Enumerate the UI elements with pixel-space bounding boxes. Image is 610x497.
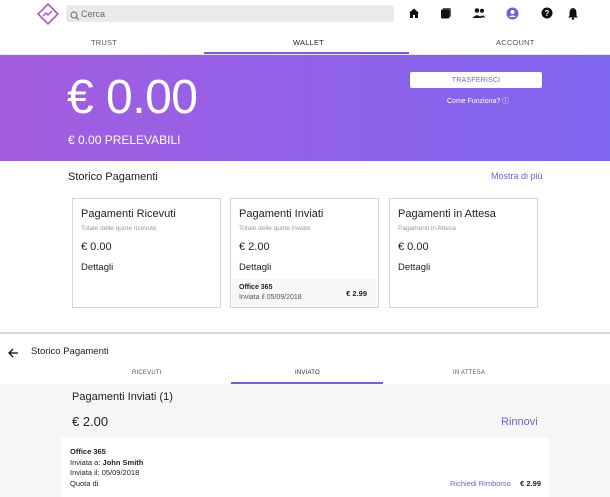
top-bar: ? xyxy=(0,0,610,30)
details-link[interactable]: Dettagli xyxy=(239,262,271,273)
subtab-sent[interactable]: INVIATO xyxy=(295,370,320,376)
search-bar[interactable] xyxy=(66,5,394,22)
renew-link[interactable]: Rinnovi xyxy=(501,416,538,428)
card-title: Pagamenti in Attesa xyxy=(398,208,496,220)
withdrawable-amount: € 0.00 PRELEVABILI xyxy=(68,133,181,147)
latest-payment-preview[interactable]: Office 365 Inviata il 05/09/2018 € 2.99 xyxy=(232,279,377,307)
request-refund-link[interactable]: Richiedi Rimborso xyxy=(450,479,511,488)
tab-account[interactable]: ACCOUNT xyxy=(496,38,534,47)
show-more-link[interactable]: Mostra di più xyxy=(491,171,543,181)
card-subtitle: Totale delle quote inviate xyxy=(239,225,311,232)
pending-payments-card[interactable]: Pagamenti in Attesa Pagamenti in Attesa … xyxy=(389,198,538,308)
sent-to-value: John Smith xyxy=(102,458,144,467)
sent-payments-total: € 2.00 xyxy=(72,414,109,429)
details-link[interactable]: Dettagli xyxy=(81,262,113,273)
card-title: Pagamenti Inviati xyxy=(239,208,324,220)
account-icon[interactable] xyxy=(505,6,519,20)
history-title: Storico Pagamenti xyxy=(68,171,158,183)
payment-amount: € 2.99 xyxy=(346,289,367,298)
sent-to-line: Inviata a: John Smith xyxy=(70,458,143,467)
back-arrow-icon[interactable] xyxy=(7,346,19,358)
card-subtitle: Totale delle quote ricevute xyxy=(81,225,157,232)
people-icon[interactable] xyxy=(472,6,486,20)
wallet-balance-banner: € 0.00 € 0.00 PRELEVABILI TRASFERISCI Co… xyxy=(0,55,610,161)
svg-text:?: ? xyxy=(545,9,550,18)
details-link[interactable]: Dettagli xyxy=(398,262,430,273)
transfer-button[interactable]: TRASFERISCI xyxy=(410,72,542,88)
card-value: € 2.00 xyxy=(239,241,270,253)
bell-icon[interactable] xyxy=(566,6,580,20)
sent-to-label: Inviata a: xyxy=(70,458,101,467)
share-label: Quota di xyxy=(70,479,99,488)
section-divider xyxy=(0,332,610,334)
payment-item[interactable]: Office 365 Inviata a: John Smith Inviata… xyxy=(61,438,549,497)
received-payments-card[interactable]: Pagamenti Ricevuti Totale delle quote ri… xyxy=(72,198,221,308)
sent-on-value: 05/09/2018 xyxy=(101,468,140,477)
app-logo-icon[interactable] xyxy=(36,2,60,26)
payment-amount: € 2.99 xyxy=(520,479,541,488)
payment-name: Office 365 xyxy=(239,284,273,291)
card-value: € 0.00 xyxy=(81,241,112,253)
how-it-works-link[interactable]: Come Funziona? ⓘ xyxy=(447,96,509,106)
payment-date: Inviata il 05/09/2018 xyxy=(239,294,302,301)
card-value: € 0.00 xyxy=(398,241,429,253)
lower-page-title: Storico Pagamenti xyxy=(31,346,109,357)
main-tabs: TRUST WALLET ACCOUNT xyxy=(0,31,610,55)
sent-payments-title: Pagamenti Inviati (1) xyxy=(72,391,173,403)
sent-on-label: Inviata il: xyxy=(70,468,100,477)
cards-icon[interactable] xyxy=(439,6,453,20)
search-icon xyxy=(70,8,80,21)
payment-name: Office 365 xyxy=(70,447,106,456)
tab-wallet[interactable]: WALLET xyxy=(293,38,324,47)
help-icon[interactable]: ? xyxy=(540,6,554,20)
sent-on-line: Inviata il: 05/09/2018 xyxy=(70,468,139,477)
balance-amount: € 0.00 xyxy=(67,71,198,124)
search-input[interactable] xyxy=(81,5,381,22)
home-icon[interactable] xyxy=(407,6,421,20)
subtab-pending[interactable]: IN ATTESA xyxy=(453,370,485,376)
payment-subtabs: RICEVUTI INVIATO IN ATTESA xyxy=(0,364,610,384)
active-tab-indicator xyxy=(204,52,409,54)
card-title: Pagamenti Ricevuti xyxy=(81,208,176,220)
subtab-received[interactable]: RICEVUTI xyxy=(132,370,162,376)
tab-trust[interactable]: TRUST xyxy=(91,38,117,47)
card-subtitle: Pagamenti in Attesa xyxy=(398,225,456,232)
sent-payments-card[interactable]: Pagamenti Inviati Totale delle quote inv… xyxy=(230,198,379,308)
